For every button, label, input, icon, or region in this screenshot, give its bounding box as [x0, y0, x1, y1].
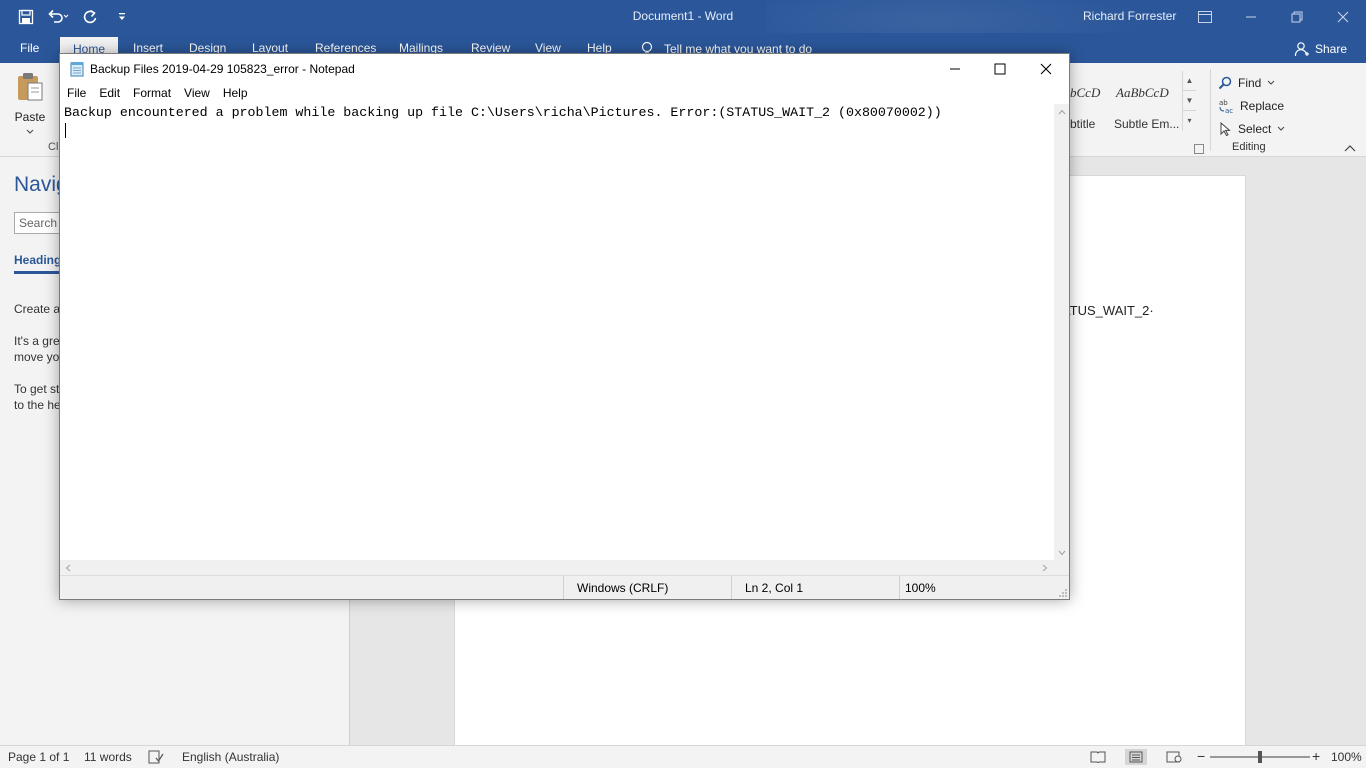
gallery-down-icon[interactable]: ▼ [1183, 91, 1196, 111]
notepad-status-bar: Windows (CRLF) Ln 2, Col 1 100% [60, 575, 1069, 599]
replace-label: Replace [1240, 98, 1285, 113]
paste-dropdown-icon[interactable] [26, 129, 34, 135]
share-label: Share [1315, 42, 1348, 56]
zoom-slider[interactable] [1210, 751, 1310, 763]
menu-help[interactable]: Help [216, 84, 254, 104]
zoom-slider-thumb[interactable] [1258, 751, 1262, 763]
style-preview-subtitle[interactable]: bCcD [1070, 85, 1100, 101]
clipboard-icon [18, 73, 43, 101]
replace-icon: abac [1219, 99, 1233, 114]
cursor-arrow-icon [1220, 121, 1231, 136]
select-dropdown-icon [1278, 126, 1285, 131]
word-restore-icon[interactable] [1274, 0, 1320, 33]
zoom-level[interactable]: 100% [1331, 750, 1362, 764]
scroll-right-icon[interactable] [1037, 560, 1052, 575]
word-status-bar: Page 1 of 1 11 words English (Australia)… [0, 745, 1366, 768]
styles-gallery-scroll: ▲ ▼ ▾ [1182, 71, 1196, 131]
horizontal-scrollbar[interactable] [60, 560, 1054, 575]
notepad-title-bar[interactable]: Backup Files 2019-04-29 105823_error - N… [60, 54, 1069, 84]
notepad-minimize-icon[interactable] [932, 54, 978, 84]
text-caret [65, 123, 66, 138]
language[interactable]: English (Australia) [182, 750, 279, 764]
share-button[interactable]: Share [1294, 41, 1347, 57]
notepad-close-icon[interactable] [1023, 54, 1069, 84]
word-count[interactable]: 11 words [84, 750, 132, 764]
notepad-text-area[interactable]: Backup encountered a problem while backi… [60, 104, 1054, 560]
paste-label: Paste [14, 110, 46, 124]
svg-text:ab: ab [1219, 99, 1228, 107]
style-name-subtle-emphasis: Subtle Em... [1114, 117, 1180, 131]
read-mode-icon[interactable] [1087, 749, 1109, 765]
user-name[interactable]: Richard Forrester [1083, 9, 1176, 23]
styles-dialog-launcher-icon[interactable] [1194, 144, 1204, 154]
vertical-scrollbar[interactable] [1054, 104, 1069, 560]
scroll-left-icon[interactable] [60, 560, 75, 575]
ribbon-divider [1210, 69, 1211, 151]
gallery-up-icon[interactable]: ▲ [1183, 71, 1196, 91]
word-title-bar: Document1 - Word Richard Forrester [0, 0, 1366, 70]
gallery-more-icon[interactable]: ▾ [1183, 111, 1196, 131]
tab-file[interactable]: File [20, 41, 39, 55]
style-preview-subtle-emphasis[interactable]: AaBbCcD [1116, 85, 1169, 101]
magnifier-icon [1218, 76, 1232, 89]
select-button[interactable]: Select [1218, 117, 1285, 140]
scroll-up-icon[interactable] [1054, 104, 1069, 119]
word-close-icon[interactable] [1320, 0, 1366, 33]
scrollbar-corner [1054, 560, 1069, 575]
menu-file[interactable]: File [60, 84, 92, 104]
web-layout-icon[interactable] [1163, 749, 1185, 765]
clipboard-group-label: Cl [48, 141, 59, 153]
find-button[interactable]: Find [1218, 71, 1285, 94]
notepad-zoom-level: 100% [899, 576, 1049, 599]
menu-edit[interactable]: Edit [92, 84, 126, 104]
editing-group: Find ab ac Replace Select [1218, 71, 1285, 140]
notepad-window: Backup Files 2019-04-29 105823_error - N… [59, 53, 1070, 600]
ribbon-display-options-icon[interactable] [1182, 0, 1228, 33]
svg-text:ac: ac [1225, 107, 1233, 114]
print-layout-icon[interactable] [1125, 749, 1147, 765]
find-label: Find [1238, 75, 1262, 90]
scroll-down-icon[interactable] [1054, 545, 1069, 560]
nav-tab-headings[interactable]: Heading [14, 253, 62, 274]
person-icon [1294, 42, 1309, 57]
zoom-in-icon[interactable]: + [1312, 748, 1320, 764]
menu-format[interactable]: Format [126, 84, 177, 104]
notepad-maximize-icon[interactable] [977, 54, 1023, 84]
collapse-ribbon-icon[interactable] [1344, 141, 1358, 155]
select-label: Select [1238, 121, 1272, 136]
notepad-app-icon [70, 62, 84, 77]
notepad-menu-bar: File Edit Format View Help [60, 84, 1069, 104]
paste-button[interactable]: Paste [12, 71, 48, 138]
find-dropdown-icon [1267, 80, 1275, 85]
menu-view[interactable]: View [177, 84, 216, 104]
resize-grip-icon[interactable] [1058, 588, 1068, 598]
style-name-subtitle: btitle [1070, 117, 1096, 131]
replace-button[interactable]: ab ac Replace [1218, 94, 1285, 117]
word-minimize-icon[interactable] [1228, 0, 1274, 33]
proofing-icon[interactable] [148, 750, 164, 767]
styles-gallery: bCcD AaBbCcD btitle Subtle Em... [1068, 71, 1196, 131]
zoom-out-icon[interactable]: − [1197, 748, 1205, 764]
notepad-title: Backup Files 2019-04-29 105823_error - N… [90, 62, 355, 76]
page-count[interactable]: Page 1 of 1 [8, 750, 69, 764]
line-ending-indicator: Windows (CRLF) [563, 576, 731, 599]
cursor-position: Ln 2, Col 1 [731, 576, 899, 599]
editing-group-label: Editing [1232, 141, 1266, 153]
